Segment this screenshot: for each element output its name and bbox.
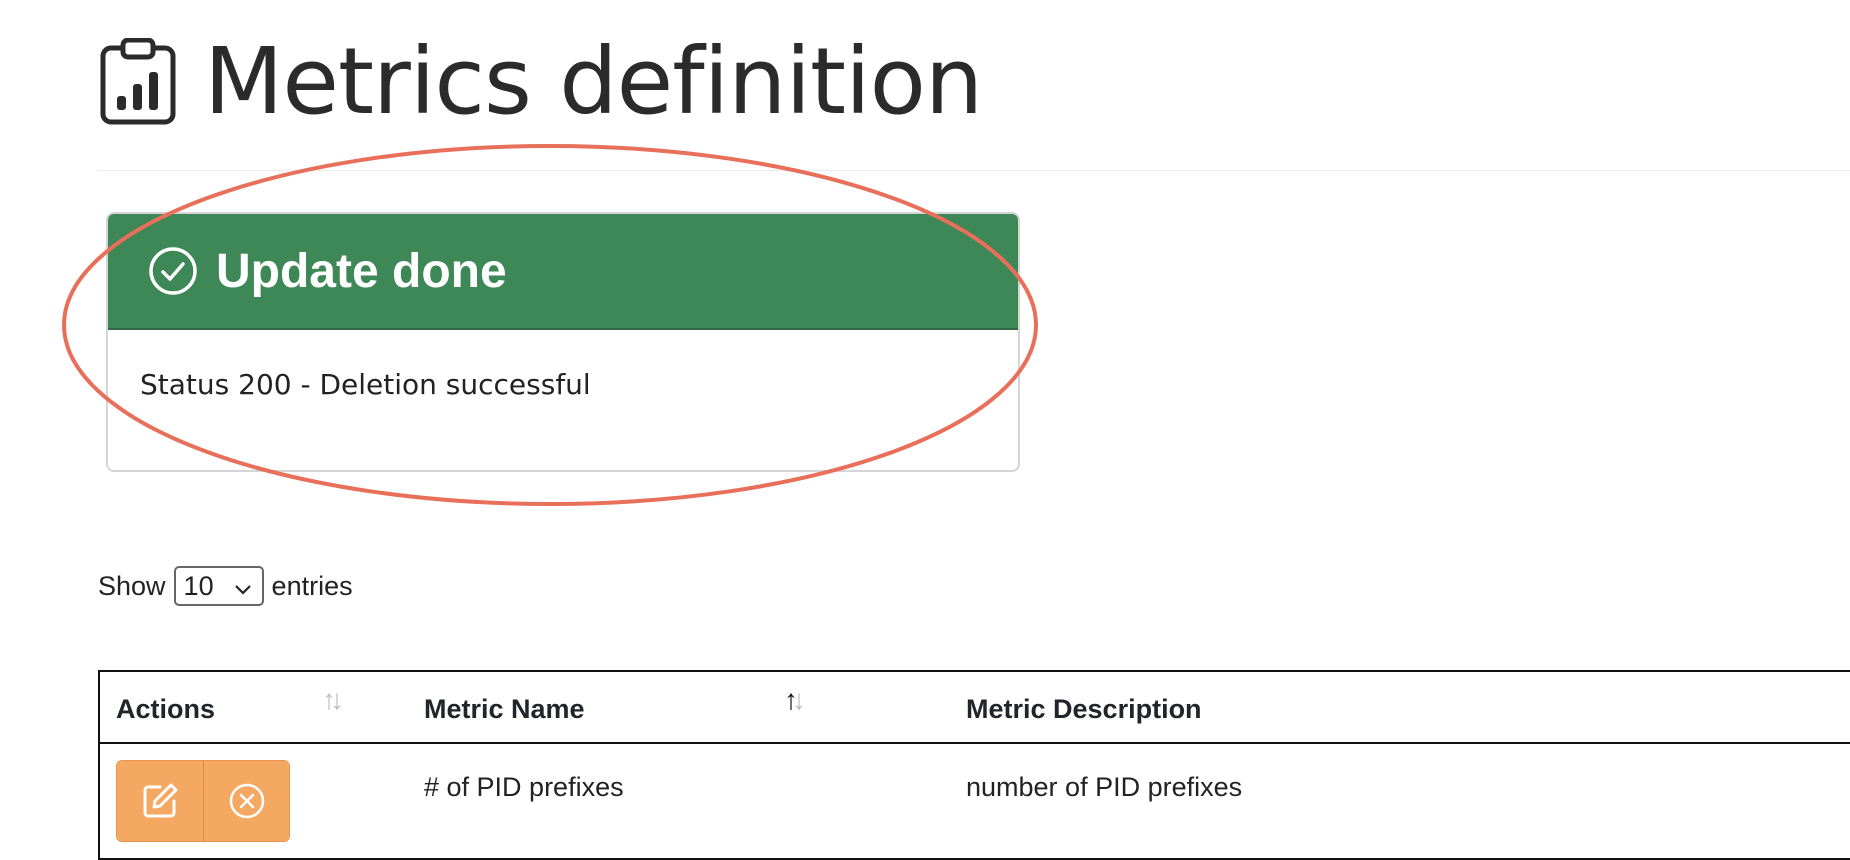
metric-name-cell: # of PID prefixes [424,772,624,802]
column-header-metric-name[interactable]: Metric Name [424,694,585,725]
column-header-metric-description[interactable]: Metric Description [966,694,1202,725]
delete-button[interactable] [203,761,289,841]
table-header: Actions ↑↓ Metric Name ↑↓ Metric Descrip… [100,672,1850,744]
show-label: Show [98,570,166,601]
sort-icon[interactable]: ↑↓ [322,684,344,716]
edit-button[interactable] [117,761,203,841]
header-divider [98,170,1850,171]
alert-card: Update done Status 200 - Deletion succes… [106,212,1020,472]
alert-message: Status 200 - Deletion successful [140,368,591,401]
close-circle-icon [229,783,264,819]
entries-select[interactable]: 10 [173,566,264,606]
alert-header: Update done [108,214,1018,330]
clipboard-chart-icon [98,35,178,129]
entries-label: entries [271,570,353,601]
alert-title: Update done [216,244,507,298]
metrics-table: Actions ↑↓ Metric Name ↑↓ Metric Descrip… [98,670,1850,860]
check-circle-icon [148,246,198,296]
row-actions [116,760,290,842]
chevron-down-icon [234,571,252,602]
column-header-actions[interactable]: Actions [116,694,215,725]
table-row: # of PID prefixes number of PID prefixes [100,744,1850,858]
page-header: Metrics definition [98,22,983,142]
entries-select-value: 10 [183,570,214,601]
sort-ascending-icon[interactable]: ↑↓ [784,684,806,716]
page-title: Metrics definition [204,28,983,135]
entries-length-control: Show 10 entries [98,566,353,606]
edit-icon [143,783,178,818]
page: Metrics definition Update done Status 20… [0,0,1850,860]
metric-description-cell: number of PID prefixes [966,772,1243,802]
